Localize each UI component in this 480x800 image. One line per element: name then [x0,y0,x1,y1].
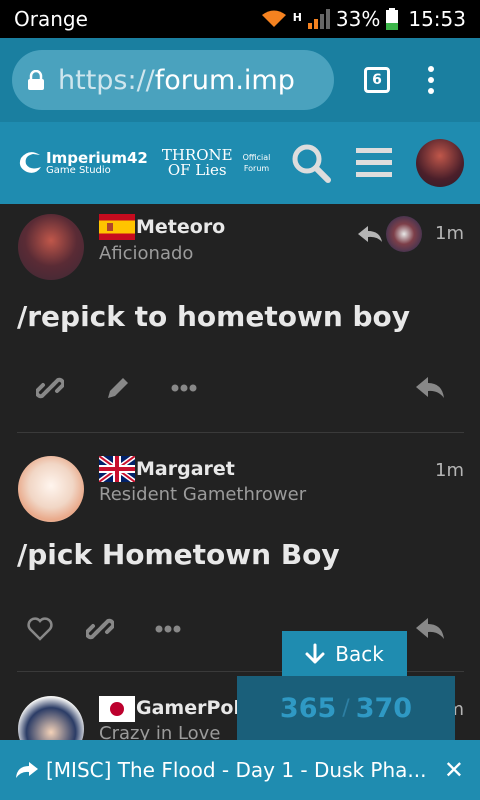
back-label: Back [335,641,384,666]
browser-toolbar: https://forum.imp 6 [0,38,480,122]
url-scheme: https:// [58,64,155,96]
browser-menu-button[interactable] [428,66,434,94]
search-icon[interactable] [290,142,332,184]
japan-flag-icon [99,696,135,722]
post: Margaret Resident Gamethrower 1m /pick H… [0,436,480,672]
like-heart-icon[interactable] [22,611,58,647]
throne-of-lies-logo[interactable]: THRONE OF Lies [162,148,233,178]
tab-switcher-button[interactable]: 6 [364,67,390,93]
post-time[interactable]: 1m [435,223,464,244]
carrier-label: Orange [14,7,88,31]
post-user-title: Crazy in Love [99,723,221,740]
post-divider [17,432,464,433]
user-avatar[interactable] [416,139,464,187]
link-icon[interactable] [82,611,118,647]
battery-icon [386,8,399,30]
uk-flag-icon [99,456,135,482]
share-arrow-icon [16,762,38,778]
url-host: forum.imp [154,64,295,96]
post-user-title: Resident Gamethrower [99,484,307,505]
close-icon[interactable]: ✕ [444,756,464,784]
post-actions [0,370,480,410]
post-username[interactable]: Meteoro [136,216,225,238]
address-bar[interactable]: https://forum.imp [12,50,334,110]
reply-button-icon[interactable] [412,611,448,647]
signal-icon [307,9,330,29]
back-button[interactable]: Back [282,631,407,676]
topic-title: [MISC] The Flood - Day 1 - Dusk Pha... [46,758,427,782]
post-user-title: Aficionado [99,243,194,264]
site-header: Imperium42 Game Studio THRONE OF Lies Of… [0,122,480,204]
topic-bar[interactable]: [MISC] The Flood - Day 1 - Dusk Pha... ✕ [0,740,480,800]
post-actions [0,611,480,651]
imperium-swirl-icon [19,152,41,173]
network-type-label: H [292,11,302,24]
total-post-count: 370 [355,692,413,724]
progress-separator: / [342,695,350,721]
url-text: https://forum.imp [58,65,295,96]
hamburger-menu-icon[interactable] [356,148,392,178]
post-text: /repick to hometown boy [17,300,411,333]
logo3-line2: Forum [243,164,270,173]
arrow-down-icon [305,643,325,663]
more-options-icon[interactable] [166,370,202,406]
spain-flag-icon [99,214,135,240]
current-post-number: 365 [279,692,337,724]
status-bar: Orange H 33% 15:53 [0,0,480,38]
link-icon[interactable] [32,370,68,406]
post: Meteoro Aficionado 1m /repick to hometow… [0,204,480,436]
logo2-line2: OF Lies [167,161,227,179]
logo-sub-text: Game Studio [46,164,111,176]
logo3-line1: Official [242,152,271,162]
post-username[interactable]: Margaret [136,458,235,480]
edit-pencil-icon[interactable] [100,370,136,406]
lock-icon [28,70,44,90]
post-avatar[interactable] [18,696,84,740]
reply-button-icon[interactable] [412,370,448,406]
post-avatar[interactable] [18,456,84,522]
reply-arrow-icon [358,226,382,242]
logo-main-text: Imperium42 [46,148,148,167]
more-options-icon[interactable] [150,611,186,647]
wifi-icon [261,10,286,27]
reply-to-avatar[interactable] [386,216,422,252]
post-text: /pick Hometown Boy [17,538,340,571]
clock: 15:53 [408,7,466,31]
battery-percent: 33% [335,7,381,31]
official-forum-label: Official Forum [243,152,271,174]
post-time[interactable]: 1m [435,460,464,481]
imperium42-logo[interactable]: Imperium42 Game Studio [16,150,148,176]
post-progress-indicator[interactable]: 365 / 370 [237,676,455,740]
post-avatar[interactable] [18,214,84,280]
